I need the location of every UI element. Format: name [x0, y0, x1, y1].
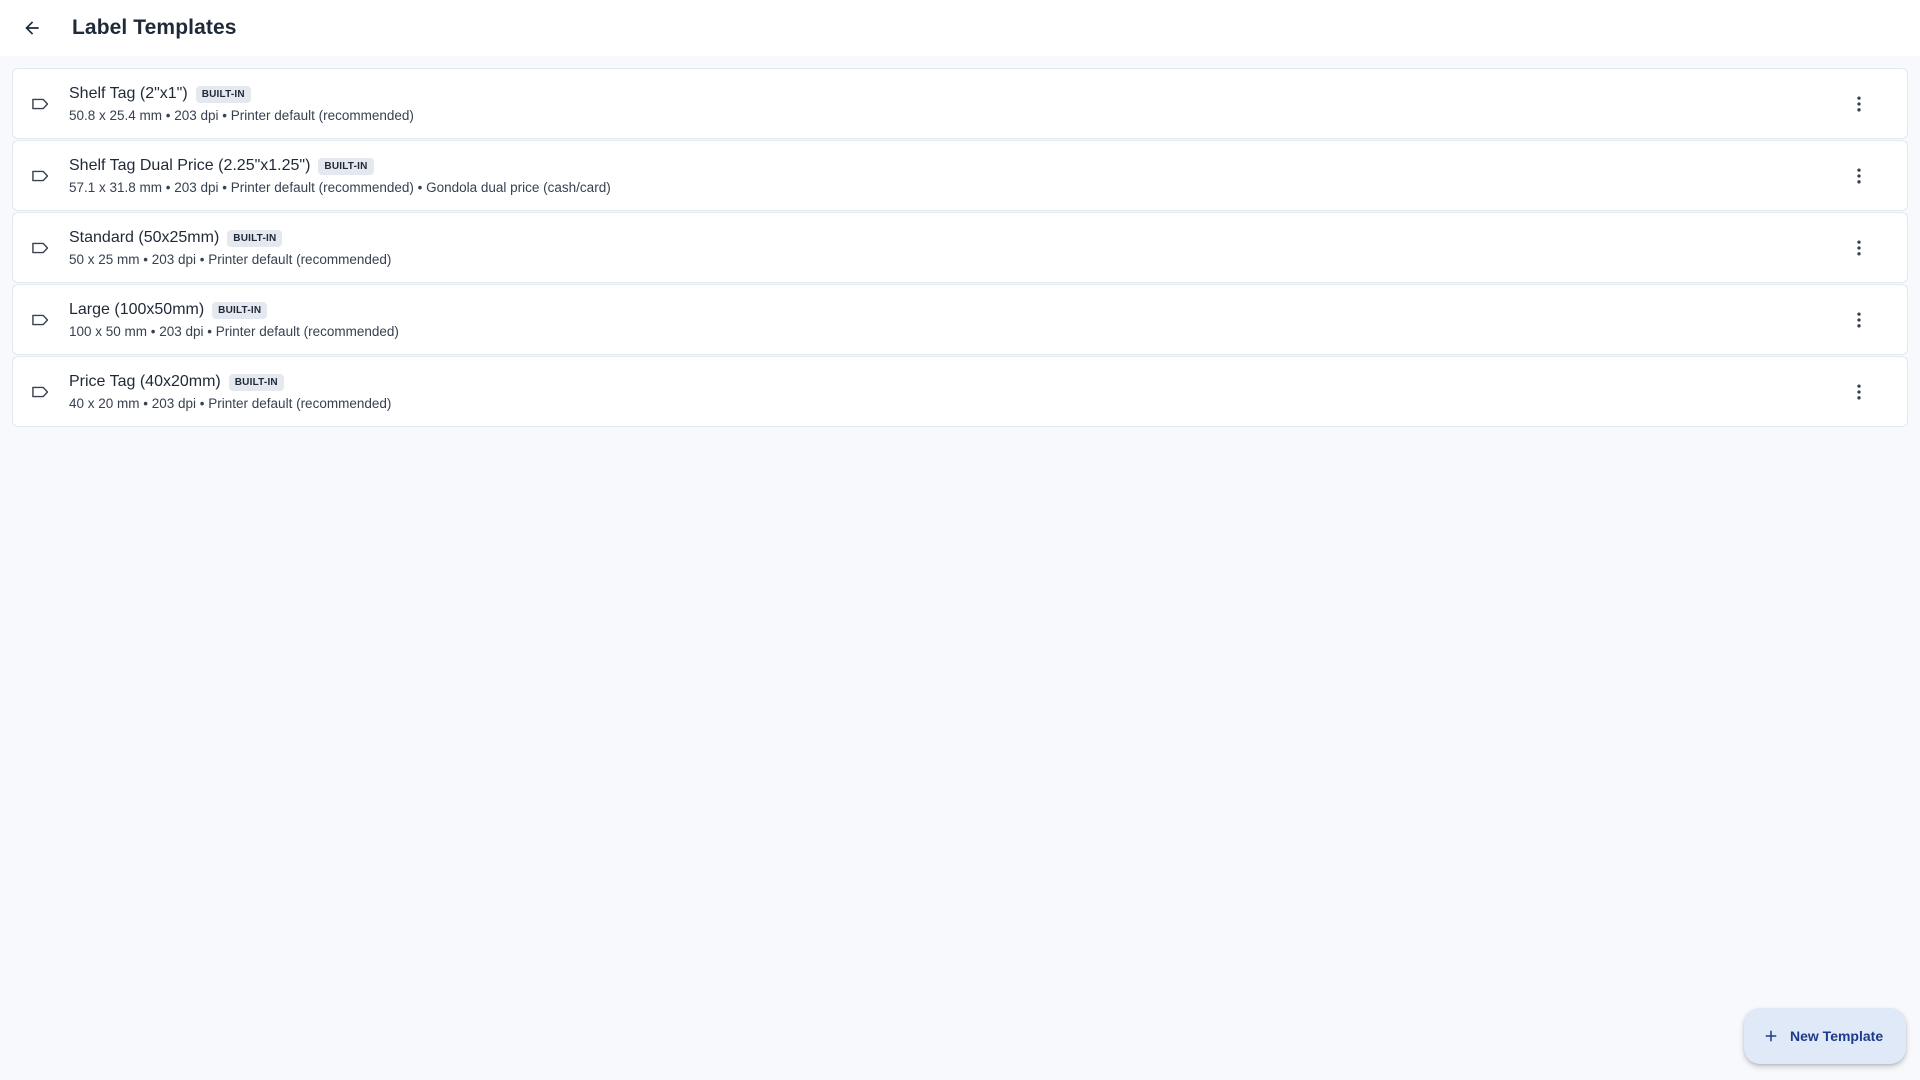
new-template-label: New Template	[1790, 1028, 1884, 1044]
app-bar: Label Templates	[0, 0, 1920, 56]
more-options-button[interactable]	[1839, 228, 1879, 268]
built-in-badge: BUILT-IN	[227, 229, 283, 247]
template-details: 100 x 50 mm • 203 dpi • Printer default …	[69, 324, 399, 339]
more-options-button[interactable]	[1839, 156, 1879, 196]
label-icon	[29, 237, 51, 259]
template-details: 50 x 25 mm • 203 dpi • Printer default (…	[69, 252, 392, 267]
template-title: Large (100x50mm)	[69, 301, 205, 318]
template-row[interactable]: Shelf Tag Dual Price (2.25"x1.25") BUILT…	[12, 140, 1908, 211]
more-options-button[interactable]	[1839, 372, 1879, 412]
template-row[interactable]: Shelf Tag (2"x1") BUILT-IN 50.8 x 25.4 m…	[12, 68, 1908, 139]
more-options-button[interactable]	[1839, 300, 1879, 340]
more-vert-icon	[1857, 96, 1861, 112]
built-in-badge: BUILT-IN	[212, 301, 268, 319]
page-title: Label Templates	[72, 16, 237, 39]
plus-icon	[1765, 1030, 1777, 1042]
template-title: Shelf Tag Dual Price (2.25"x1.25")	[69, 157, 311, 174]
more-vert-icon	[1857, 240, 1861, 256]
label-icon	[29, 381, 51, 403]
more-options-button[interactable]	[1839, 84, 1879, 124]
more-vert-icon	[1857, 168, 1861, 184]
label-icon	[29, 309, 51, 331]
template-title: Shelf Tag (2"x1")	[69, 85, 188, 102]
template-details: 40 x 20 mm • 203 dpi • Printer default (…	[69, 396, 392, 411]
template-title: Price Tag (40x20mm)	[69, 373, 221, 390]
label-icon	[29, 165, 51, 187]
template-details: 50.8 x 25.4 mm • 203 dpi • Printer defau…	[69, 108, 414, 123]
label-icon	[29, 93, 51, 115]
more-vert-icon	[1857, 384, 1861, 400]
template-row[interactable]: Price Tag (40x20mm) BUILT-IN 40 x 20 mm …	[12, 356, 1908, 427]
template-title: Standard (50x25mm)	[69, 229, 220, 246]
back-button[interactable]	[12, 8, 52, 48]
template-row[interactable]: Standard (50x25mm) BUILT-IN 50 x 25 mm •…	[12, 212, 1908, 283]
built-in-badge: BUILT-IN	[228, 373, 284, 391]
built-in-badge: BUILT-IN	[195, 85, 251, 103]
built-in-badge: BUILT-IN	[318, 157, 374, 175]
template-list: Shelf Tag (2"x1") BUILT-IN 50.8 x 25.4 m…	[12, 68, 1908, 428]
more-vert-icon	[1857, 312, 1861, 328]
new-template-button[interactable]: New Template	[1744, 1008, 1906, 1064]
template-row[interactable]: Large (100x50mm) BUILT-IN 100 x 50 mm • …	[12, 284, 1908, 355]
template-details: 57.1 x 31.8 mm • 203 dpi • Printer defau…	[69, 180, 611, 195]
arrow-back-icon	[25, 21, 39, 35]
